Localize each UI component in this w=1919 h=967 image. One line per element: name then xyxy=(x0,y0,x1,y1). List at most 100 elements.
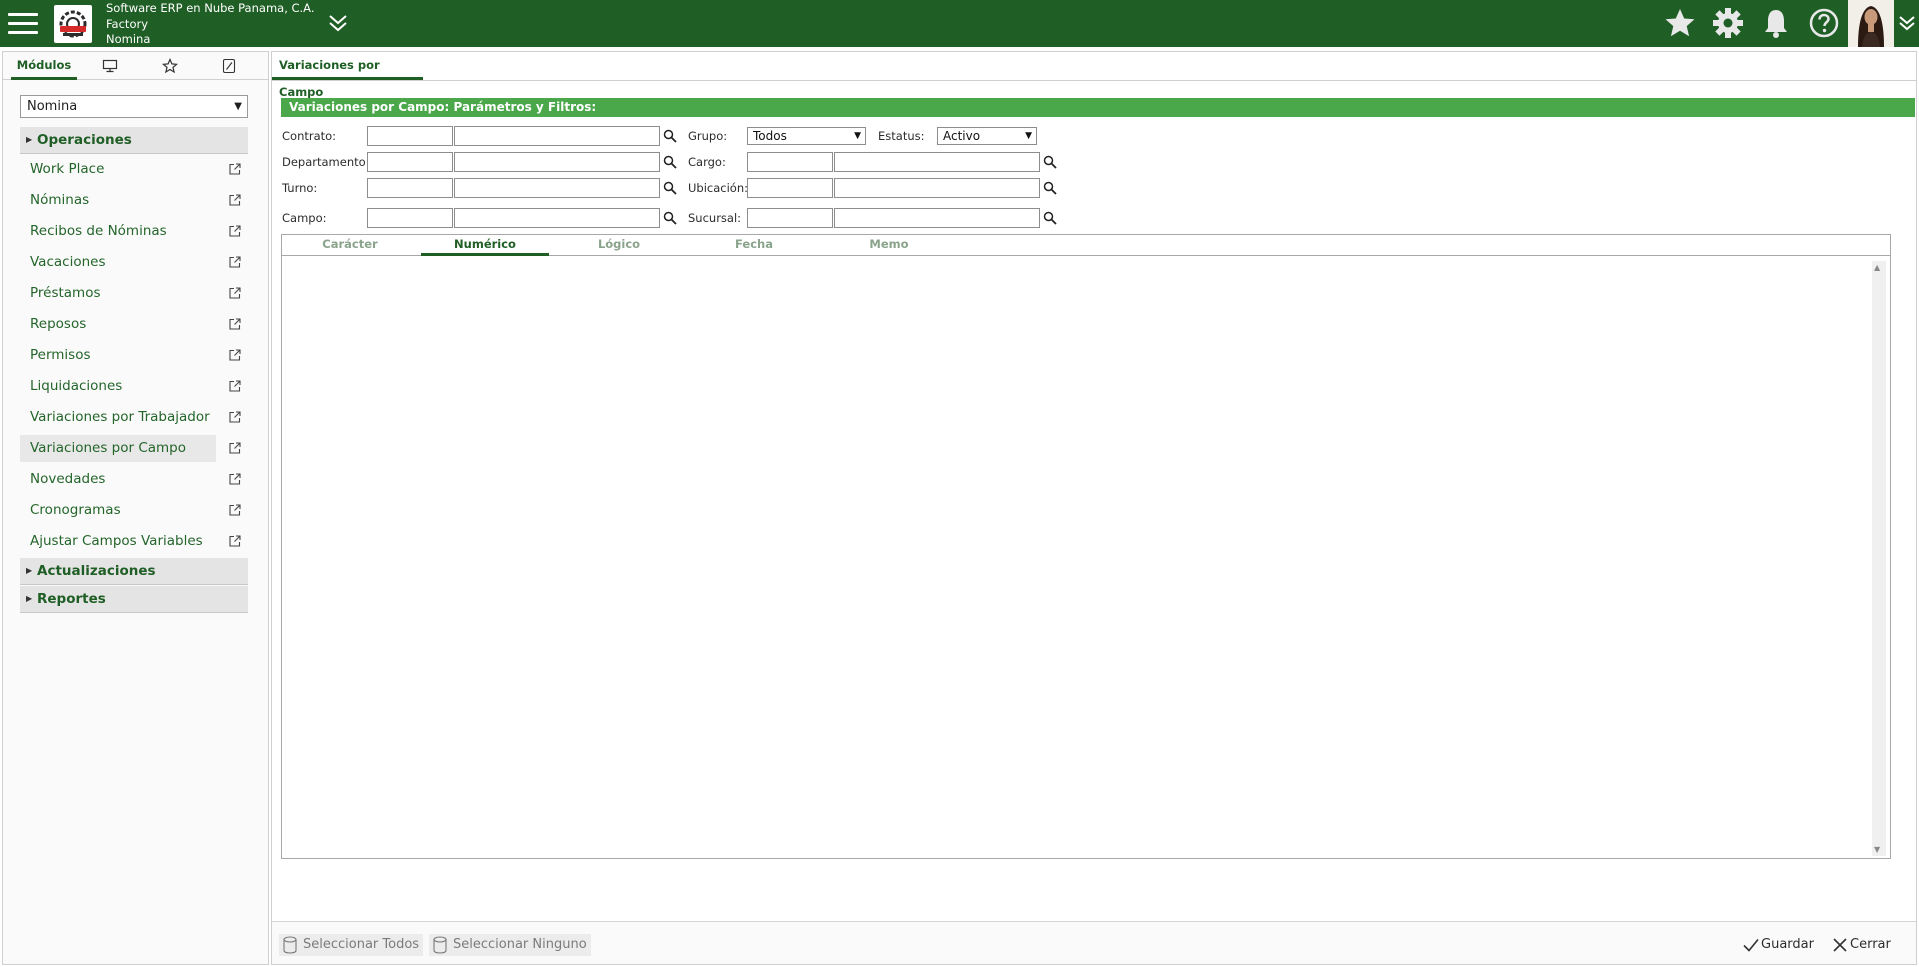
cargo-code-input[interactable] xyxy=(747,152,833,172)
user-avatar[interactable] xyxy=(1848,0,1894,47)
navigation-tabs: Módulos xyxy=(3,52,268,80)
menu-icon[interactable] xyxy=(6,7,40,39)
monitor-icon[interactable] xyxy=(95,52,125,80)
dropdown-arrow-icon: ▼ xyxy=(854,131,861,141)
sidebar-item-nominas[interactable]: Nóminas xyxy=(20,187,248,214)
turno-description-input[interactable] xyxy=(454,178,660,198)
caret-right-icon: ▶ xyxy=(26,594,33,603)
search-icon[interactable] xyxy=(663,211,677,225)
search-icon[interactable] xyxy=(663,155,677,169)
external-link-icon xyxy=(229,349,241,361)
sucursal-description-input[interactable] xyxy=(834,208,1040,228)
chevron-down-icon[interactable] xyxy=(1896,12,1918,34)
sidebar-item-recibos-de-nominas[interactable]: Recibos de Nóminas xyxy=(20,218,248,245)
close-button[interactable]: Cerrar xyxy=(1828,934,1891,956)
sidebar-item-novedades[interactable]: Novedades xyxy=(20,466,248,493)
grid-scrollbar[interactable]: ▲ ▼ xyxy=(1872,261,1886,856)
sidebar-item-label: Permisos xyxy=(30,347,91,363)
cargo-description-input[interactable] xyxy=(834,152,1040,172)
grupo-select[interactable]: Todos ▼ xyxy=(747,127,866,145)
contrato-description-input[interactable] xyxy=(454,126,660,146)
section-operaciones[interactable]: ▶ Operaciones xyxy=(20,127,248,154)
turno-label: Turno: xyxy=(282,181,318,195)
search-icon[interactable] xyxy=(663,181,677,195)
turno-code-input[interactable] xyxy=(367,178,453,198)
cargo-label: Cargo: xyxy=(688,155,726,169)
tab-memo[interactable]: Memo xyxy=(834,235,944,256)
sidebar-item-label: Variaciones por Trabajador xyxy=(30,409,210,425)
sidebar-item-label: Cronogramas xyxy=(30,502,121,518)
contrato-code-input[interactable] xyxy=(367,126,453,146)
gear-icon[interactable] xyxy=(1711,7,1745,39)
estatus-select[interactable]: Activo ▼ xyxy=(937,127,1037,145)
database-icon xyxy=(433,936,447,954)
tab-logico[interactable]: Lógico xyxy=(564,235,674,256)
select-all-button[interactable]: Seleccionar Todos xyxy=(279,934,424,956)
search-icon[interactable] xyxy=(1043,155,1057,169)
sidebar-item-label: Novedades xyxy=(30,471,106,487)
sidebar-item-work-place[interactable]: Work Place xyxy=(20,156,248,183)
grupo-select-value: Todos xyxy=(753,129,787,143)
sidebar-item-reposos[interactable]: Reposos xyxy=(20,311,248,338)
sidebar-item-ajustar-campos-variables[interactable]: Ajustar Campos Variables xyxy=(20,528,248,555)
bell-icon[interactable] xyxy=(1759,7,1793,39)
help-icon[interactable] xyxy=(1807,7,1841,39)
sidebar-item-label: Recibos de Nóminas xyxy=(30,223,167,239)
tab-caracter[interactable]: Carácter xyxy=(295,235,405,256)
star-icon[interactable] xyxy=(1663,7,1697,39)
sidebar-item-label: Work Place xyxy=(30,161,105,177)
external-link-icon xyxy=(229,473,241,485)
scroll-up-icon[interactable]: ▲ xyxy=(1874,263,1880,272)
sucursal-code-input[interactable] xyxy=(747,208,833,228)
star-icon[interactable] xyxy=(155,52,185,80)
main-panel: Variaciones por Campo Variaciones por Ca… xyxy=(271,51,1917,965)
sidebar-item-label: Préstamos xyxy=(30,285,101,301)
search-icon[interactable] xyxy=(1043,211,1057,225)
section-actualizaciones[interactable]: ▶ Actualizaciones xyxy=(20,558,248,585)
ubicacion-code-input[interactable] xyxy=(747,178,833,198)
select-none-button[interactable]: Seleccionar Ninguno xyxy=(429,934,591,956)
company-division: Factory xyxy=(106,16,149,31)
sidebar-item-cronogramas[interactable]: Cronogramas xyxy=(20,497,248,524)
company-info: Software ERP en Nube Panama, C.A. Factor… xyxy=(106,1,315,48)
external-link-icon xyxy=(229,225,241,237)
sidebar-item-liquidaciones[interactable]: Liquidaciones xyxy=(20,373,248,400)
tab-modulos[interactable]: Módulos xyxy=(11,52,77,80)
sucursal-label: Sucursal: xyxy=(688,211,742,225)
ubicacion-description-input[interactable] xyxy=(834,178,1040,198)
external-link-icon xyxy=(229,504,241,516)
dropdown-arrow-icon: ▼ xyxy=(234,101,242,112)
module-select[interactable]: Nomina ▼ xyxy=(20,95,248,118)
fields-grid: Carácter Numérico Lógico Fecha Memo ▲ ▼ xyxy=(281,234,1891,859)
tab-variaciones-por-campo[interactable]: Variaciones por Campo xyxy=(272,52,423,99)
sidebar-item-vacaciones[interactable]: Vacaciones xyxy=(20,249,248,276)
top-bar: Software ERP en Nube Panama, C.A. Factor… xyxy=(0,0,1919,47)
sidebar-item-variaciones-por-trabajador[interactable]: Variaciones por Trabajador xyxy=(20,404,248,431)
sidebar-item-prestamos[interactable]: Préstamos xyxy=(20,280,248,307)
sidebar-item-label: Reposos xyxy=(30,316,87,332)
save-button[interactable]: Guardar xyxy=(1739,934,1814,956)
departamento-description-input[interactable] xyxy=(454,152,660,172)
sidebar-item-permisos[interactable]: Permisos xyxy=(20,342,248,369)
scroll-down-icon[interactable]: ▼ xyxy=(1874,845,1880,854)
caret-right-icon: ▶ xyxy=(26,135,33,144)
ubicacion-label: Ubicación: xyxy=(688,181,748,195)
campo-description-input[interactable] xyxy=(454,208,660,228)
search-icon[interactable] xyxy=(1043,181,1057,195)
departamento-code-input[interactable] xyxy=(367,152,453,172)
caret-right-icon: ▶ xyxy=(26,566,33,575)
database-icon xyxy=(283,936,297,954)
tab-fecha[interactable]: Fecha xyxy=(699,235,809,256)
external-link-icon xyxy=(229,318,241,330)
search-icon[interactable] xyxy=(663,129,677,143)
estatus-select-value: Activo xyxy=(943,129,981,143)
pencil-icon[interactable] xyxy=(214,52,244,80)
sidebar-item-label: Ajustar Campos Variables xyxy=(30,533,203,549)
close-icon xyxy=(1833,938,1847,952)
tab-numerico[interactable]: Numérico xyxy=(421,235,549,256)
sidebar-item-variaciones-por-campo[interactable]: Variaciones por Campo xyxy=(20,435,248,462)
double-chevron-down-icon[interactable] xyxy=(325,10,351,36)
external-link-icon xyxy=(229,163,241,175)
campo-code-input[interactable] xyxy=(367,208,453,228)
section-reportes[interactable]: ▶ Reportes xyxy=(20,586,248,613)
